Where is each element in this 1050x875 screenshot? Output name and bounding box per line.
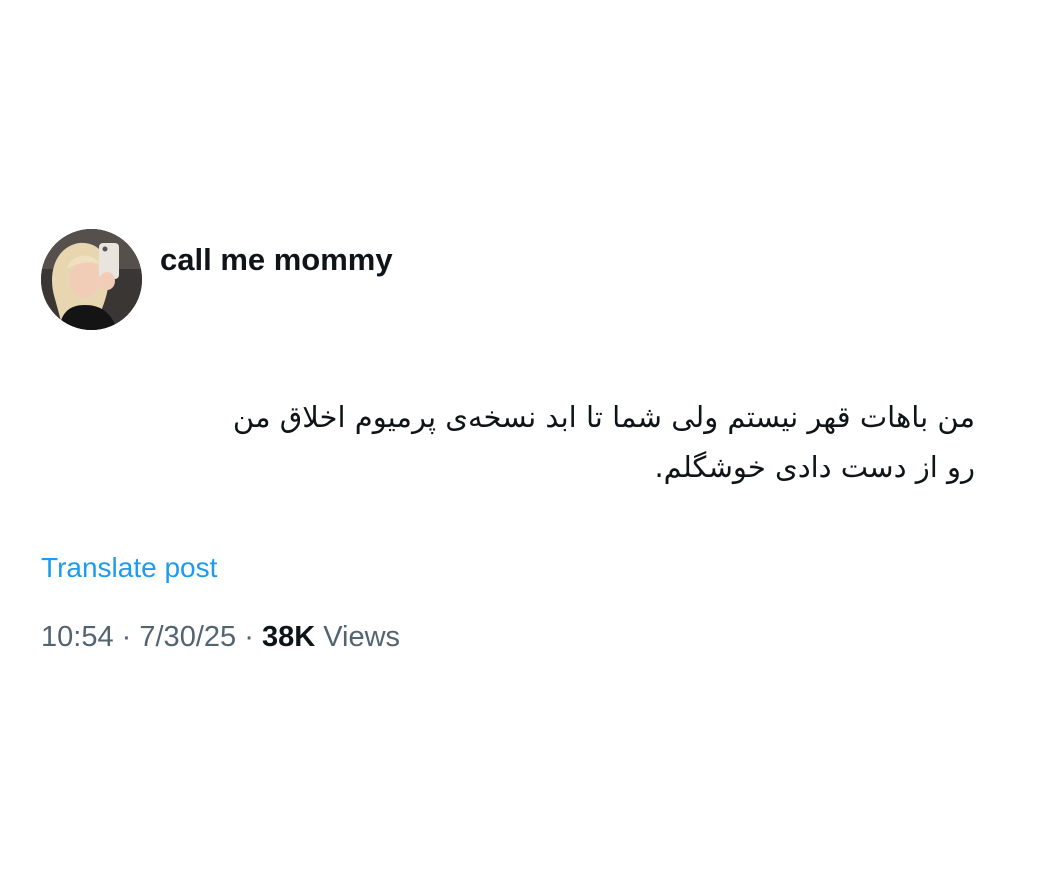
author-display-name[interactable]: call me mommy: [160, 240, 393, 280]
tweet-text: من باهات قهر نیستم ولی شما تا ابد نسخه‌ی…: [60, 392, 975, 492]
avatar[interactable]: [41, 229, 142, 330]
tweet-metadata: 10:54 · 7/30/25 · 38K Views: [41, 617, 400, 657]
tweet-time[interactable]: 10:54: [41, 621, 114, 653]
tweet-text-line: رو از دست دادی خوشگلم.: [654, 450, 975, 484]
avatar-image: [41, 229, 142, 330]
views-count[interactable]: 38K: [262, 621, 315, 653]
separator-dot: ·: [244, 621, 254, 653]
tweet-text-line: من باهات قهر نیستم ولی شما تا ابد نسخه‌ی…: [232, 400, 975, 434]
views-label: Views: [323, 621, 401, 653]
tweet-date[interactable]: 7/30/25: [139, 621, 236, 653]
translate-post-link[interactable]: Translate post: [41, 549, 217, 587]
separator-dot: ·: [121, 621, 132, 653]
